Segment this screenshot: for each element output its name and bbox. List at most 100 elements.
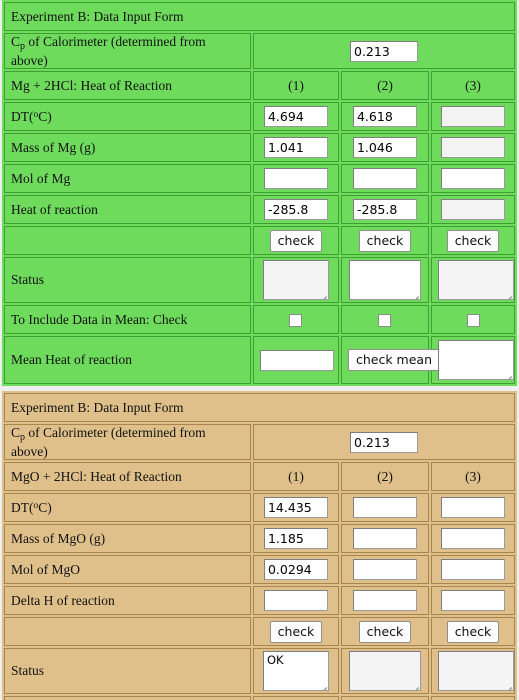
input-mass-2[interactable]: 1.046 xyxy=(352,137,417,159)
input-mol-3[interactable] xyxy=(441,168,505,190)
row-label-mol: Mol of Mg xyxy=(3,164,251,194)
input-mol-2[interactable] xyxy=(352,559,417,581)
data-input-form-mg: Experiment B: Data Input Form Cp of Calo… xyxy=(1,0,518,387)
cell-status-1 xyxy=(252,257,339,304)
resize-handle-icon[interactable] xyxy=(503,369,512,380)
cell-mol-1: 0.0294 xyxy=(252,555,339,585)
input-mass-3[interactable] xyxy=(441,528,505,550)
input-dt-3[interactable] xyxy=(441,497,505,519)
cell-mol-2 xyxy=(340,164,429,194)
check-button-3[interactable]: check xyxy=(446,620,500,643)
row-label-dt: DT(oC) xyxy=(3,102,251,132)
cell-include-1 xyxy=(252,696,339,700)
include-checkbox-3[interactable] xyxy=(466,314,480,328)
resize-handle-icon[interactable] xyxy=(503,680,512,691)
cp-input[interactable]: 0.213 xyxy=(350,431,418,453)
input-mass-3[interactable] xyxy=(441,137,505,159)
resize-handle-icon[interactable] xyxy=(503,289,512,300)
status-textarea-1[interactable]: OK xyxy=(262,651,329,692)
table-row: Mol of Mg xyxy=(3,164,516,194)
cell-heat-2: -285.8 xyxy=(340,195,429,225)
input-mass-2[interactable] xyxy=(352,528,417,550)
include-label: To Include Data in Mean: Check xyxy=(3,696,251,700)
row-label-mass: Mass of MgO (g) xyxy=(3,524,251,554)
cell-dt-3 xyxy=(430,102,516,132)
cell-check-2: check xyxy=(340,617,429,647)
status-row: Status OK xyxy=(3,648,516,695)
status-textarea-2[interactable] xyxy=(348,651,421,692)
table-row: Delta H of reaction xyxy=(3,586,516,616)
cell-include-2 xyxy=(340,696,429,700)
check-button-1[interactable]: check xyxy=(269,620,323,643)
cp-input[interactable]: 0.213 xyxy=(350,40,418,62)
dt-label-post: C) xyxy=(38,499,52,515)
status-row: Status xyxy=(3,257,516,304)
mean-label: Mean Heat of reaction xyxy=(3,336,251,385)
check-button-2[interactable]: check xyxy=(358,229,412,252)
input-dt-1[interactable]: 4.694 xyxy=(263,106,328,128)
check-button-3[interactable]: check xyxy=(446,229,500,252)
status-textarea-2[interactable] xyxy=(348,260,421,301)
data-input-form-mgo: Experiment B: Data Input Form Cp of Calo… xyxy=(1,391,518,700)
check-mean-button[interactable]: check mean xyxy=(347,349,441,372)
resize-handle-icon[interactable] xyxy=(410,680,419,691)
input-mol-1[interactable]: 0.0294 xyxy=(263,559,328,581)
resize-handle-icon[interactable] xyxy=(318,680,327,691)
input-mol-3[interactable] xyxy=(441,559,505,581)
resize-handle-icon[interactable] xyxy=(318,289,327,300)
mean-input[interactable] xyxy=(259,349,334,371)
row-label-mass: Mass of Mg (g) xyxy=(3,133,251,163)
status-textarea-3[interactable] xyxy=(437,260,514,301)
reaction-label: Mg + 2HCl: Heat of Reaction xyxy=(3,71,251,101)
input-delta-h-3[interactable] xyxy=(441,590,505,612)
cell-dt-2: 4.618 xyxy=(340,102,429,132)
status-textarea-3[interactable] xyxy=(437,651,514,692)
input-delta-h-2[interactable] xyxy=(352,590,417,612)
cp-label: Cp of Calorimeter (determined from above… xyxy=(3,424,251,461)
row-label-delta-h: Delta H of reaction xyxy=(3,586,251,616)
input-mass-1[interactable]: 1.185 xyxy=(263,528,328,550)
input-mass-1[interactable]: 1.041 xyxy=(263,137,328,159)
cell-status-1: OK xyxy=(252,648,339,695)
check-button-1[interactable]: check xyxy=(269,229,323,252)
reaction-label: MgO + 2HCl: Heat of Reaction xyxy=(3,462,251,492)
cp-label-text: of Calorimeter (determined from above) xyxy=(10,34,206,68)
input-dt-2[interactable]: 4.618 xyxy=(352,106,417,128)
cell-mass-2 xyxy=(340,524,429,554)
status-textarea-1[interactable] xyxy=(262,260,329,301)
cell-mol-3 xyxy=(430,555,516,585)
cell-include-2 xyxy=(340,305,429,335)
cp-row: Cp of Calorimeter (determined from above… xyxy=(3,424,516,461)
input-dt-3[interactable] xyxy=(441,106,505,128)
include-checkbox-2[interactable] xyxy=(378,314,392,328)
check-button-2[interactable]: check xyxy=(358,620,412,643)
mean-result-textarea[interactable] xyxy=(437,340,514,381)
input-delta-h-1[interactable] xyxy=(263,590,328,612)
dt-label-post: C) xyxy=(38,108,52,124)
form-title: Experiment B: Data Input Form xyxy=(3,2,516,31)
check-button-row: check check check xyxy=(3,226,516,256)
form-title: Experiment B: Data Input Form xyxy=(3,393,516,423)
input-heat-1[interactable]: -285.8 xyxy=(263,199,328,221)
resize-handle-icon[interactable] xyxy=(410,289,419,300)
cell-mass-2: 1.046 xyxy=(340,133,429,163)
input-mol-2[interactable] xyxy=(352,168,417,190)
cell-check-3: check xyxy=(430,226,516,256)
status-text-1: OK xyxy=(266,653,284,668)
status-label: Status xyxy=(3,648,251,695)
trial-header-3: (3) xyxy=(430,462,516,492)
check-row-spacer xyxy=(3,226,251,256)
row-label-heat: Heat of reaction xyxy=(3,195,251,225)
cell-dt-2 xyxy=(340,493,429,523)
input-dt-2[interactable] xyxy=(352,497,417,519)
input-dt-1[interactable]: 14.435 xyxy=(263,497,328,519)
include-checkbox-1[interactable] xyxy=(289,314,303,328)
input-heat-2[interactable]: -285.8 xyxy=(352,199,417,221)
trial-header-1: (1) xyxy=(252,462,339,492)
dt-label-pre: DT( xyxy=(10,108,34,124)
mean-row: Mean Heat of reaction check mean xyxy=(3,336,516,385)
input-mol-1[interactable] xyxy=(263,168,328,190)
cell-dt-1: 14.435 xyxy=(252,493,339,523)
cell-status-2 xyxy=(340,648,429,695)
input-heat-3[interactable] xyxy=(441,199,505,221)
